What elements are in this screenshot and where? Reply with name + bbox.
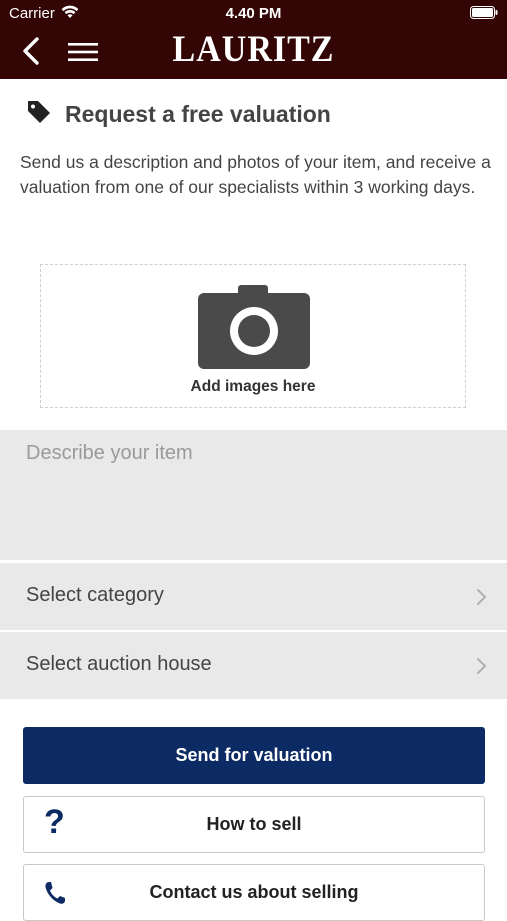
lauritz-logo[interactable]: LAURITZ bbox=[0, 29, 507, 70]
page-title: Request a free valuation bbox=[65, 101, 331, 127]
send-for-valuation-button[interactable]: Send for valuation bbox=[23, 727, 485, 784]
chevron-right-icon bbox=[477, 658, 487, 674]
top-bar: Carrier 4.40 PM LAURITZ bbox=[0, 0, 507, 79]
page-description: Send us a description and photos of your… bbox=[20, 152, 491, 197]
how-to-sell-label: How to sell bbox=[206, 814, 302, 834]
describe-item-placeholder: Describe your item bbox=[26, 442, 193, 464]
select-auction-house-row[interactable]: Select auction house bbox=[0, 632, 507, 699]
camera-icon bbox=[198, 285, 310, 369]
battery-icon bbox=[470, 6, 498, 19]
status-time: 4.40 PM bbox=[225, 5, 282, 22]
select-auction-house-label: Select auction house bbox=[26, 653, 212, 675]
select-category-row[interactable]: Select category bbox=[0, 563, 507, 630]
tag-icon bbox=[28, 101, 50, 123]
how-to-sell-button[interactable]: ? How to sell bbox=[23, 796, 485, 853]
chevron-right-icon bbox=[477, 589, 487, 605]
contact-about-selling-button[interactable]: Contact us about selling bbox=[23, 864, 485, 921]
select-category-label: Select category bbox=[26, 584, 164, 606]
status-bar: Carrier 4.40 PM bbox=[0, 0, 507, 28]
image-dropzone[interactable]: Add images here bbox=[40, 264, 466, 408]
describe-item-textarea[interactable]: Describe your item bbox=[0, 430, 507, 560]
dropzone-label: Add images here bbox=[190, 378, 316, 395]
